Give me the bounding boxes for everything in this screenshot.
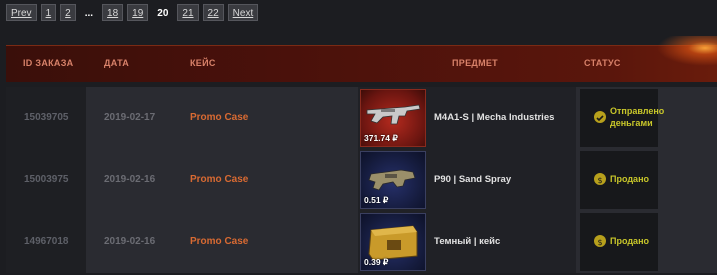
- status-badge: $ Продано: [580, 213, 658, 271]
- page-link-22[interactable]: 22: [202, 4, 224, 21]
- item-price: 371.74 ₽: [364, 133, 398, 143]
- order-id: 15003975: [24, 174, 69, 185]
- table-row: 15003975 2019-02-16 Promo Case 0.51 ₽ P9…: [6, 149, 717, 211]
- status-text-line1: Отправлено: [610, 106, 665, 116]
- pagination: Prev 1 2 ... 18 19 20 21 22 Next: [6, 4, 262, 21]
- table-header: ID ЗАКАЗА ДАТА КЕЙС ПРЕДМЕТ СТАТУС: [6, 36, 717, 82]
- header-glow: [657, 36, 717, 66]
- pagination-ellipsis: ...: [84, 8, 94, 19]
- svg-text:$: $: [597, 238, 602, 247]
- next-page-link[interactable]: Next: [227, 4, 259, 21]
- page-link-2[interactable]: 2: [60, 4, 76, 21]
- column-header-id: ID ЗАКАЗА: [23, 58, 74, 68]
- status-text: Продано: [610, 236, 649, 246]
- item-image[interactable]: 0.39 ₽: [360, 213, 426, 271]
- current-page: 20: [157, 8, 169, 19]
- item-image[interactable]: 0.51 ₽: [360, 151, 426, 209]
- column-header-status: СТАТУС: [584, 58, 621, 68]
- status-text: Продано: [610, 174, 649, 184]
- page-link-1[interactable]: 1: [40, 4, 57, 21]
- item-price: 0.39 ₽: [364, 257, 389, 267]
- page-link-18[interactable]: 18: [102, 4, 124, 21]
- order-id: 14967018: [24, 236, 69, 247]
- column-header-date: ДАТА: [104, 58, 130, 68]
- svg-text:$: $: [597, 176, 602, 185]
- item-image[interactable]: 371.74 ₽: [360, 89, 426, 147]
- table-row: 14967018 2019-02-16 Promo Case 0.39 ₽ Те…: [6, 211, 717, 273]
- column-header-item: ПРЕДМЕТ: [452, 58, 498, 68]
- check-icon: [594, 111, 606, 123]
- item-name: M4A1-S | Mecha Industries: [434, 112, 555, 123]
- case-link[interactable]: Promo Case: [190, 174, 248, 185]
- page-link-19[interactable]: 19: [127, 4, 149, 21]
- coin-icon: $: [594, 173, 606, 185]
- column-header-case: КЕЙС: [190, 58, 216, 68]
- case-link[interactable]: Promo Case: [190, 236, 248, 247]
- order-id: 15039705: [24, 112, 69, 123]
- order-date: 2019-02-16: [104, 236, 156, 247]
- item-name: P90 | Sand Spray: [434, 174, 512, 185]
- item-price: 0.51 ₽: [364, 195, 389, 205]
- status-text-line2: деньгами: [610, 118, 653, 128]
- order-date: 2019-02-16: [104, 174, 156, 185]
- table-row: 15039705 2019-02-17 Promo Case 371.74 ₽ …: [6, 87, 717, 149]
- status-badge: $ Продано: [580, 151, 658, 209]
- order-date: 2019-02-17: [104, 112, 156, 123]
- page-link-21[interactable]: 21: [177, 4, 199, 21]
- coin-icon: $: [594, 235, 606, 247]
- prev-page-link[interactable]: Prev: [6, 4, 37, 21]
- status-badge: Отправлено деньгами: [580, 89, 664, 147]
- case-link[interactable]: Promo Case: [190, 112, 248, 123]
- item-name: Темный | кейс: [434, 236, 501, 247]
